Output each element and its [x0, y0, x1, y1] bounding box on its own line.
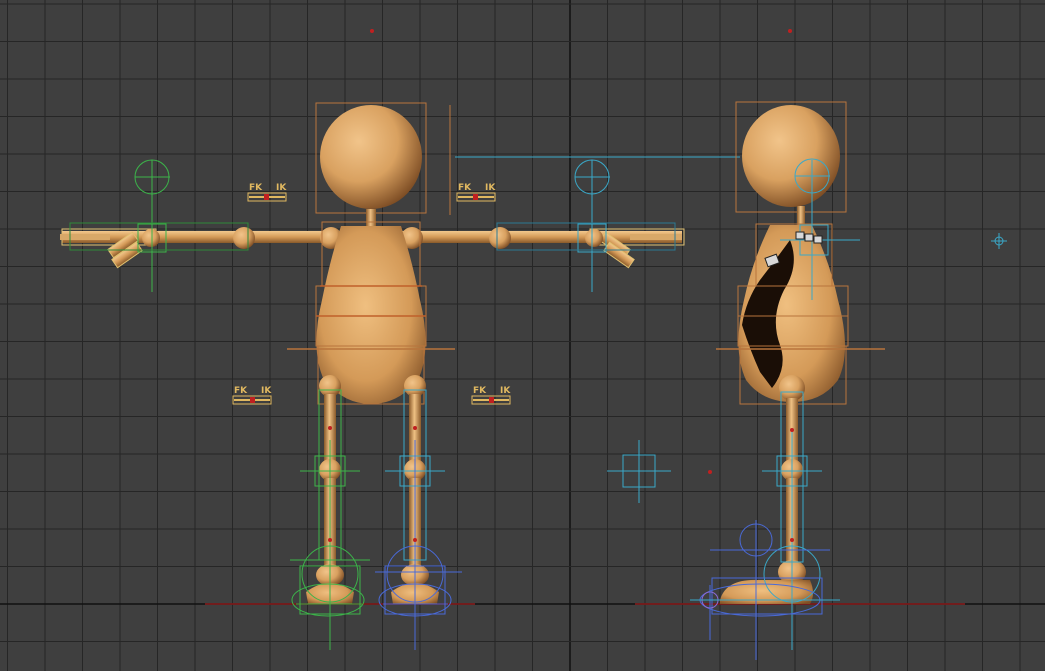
side-character-rig[interactable] — [690, 101, 885, 660]
head-mesh[interactable] — [320, 105, 422, 209]
viewport-grid — [0, 0, 1045, 671]
svg-text:FK: FK — [458, 183, 472, 193]
3d-viewport[interactable]: FK IK FK IK FK IK FK IK — [0, 0, 1045, 671]
torso-mesh[interactable] — [287, 221, 455, 405]
neck-mesh[interactable] — [366, 209, 376, 227]
leg-ik-controller-icon[interactable] — [290, 389, 462, 650]
head-mesh[interactable] — [742, 105, 840, 207]
svg-text:IK: IK — [261, 386, 272, 396]
fk-ik-switch[interactable]: FK IK — [471, 386, 511, 405]
svg-text:IK: IK — [276, 183, 287, 193]
arm-left-mesh[interactable] — [60, 228, 342, 246]
viewport-canvas[interactable]: FK IK FK IK FK IK FK IK — [0, 0, 1045, 671]
svg-text:FK: FK — [473, 386, 487, 396]
leg-side-mesh[interactable] — [720, 375, 813, 604]
front-character-rig[interactable] — [60, 102, 740, 650]
point-helper-icon[interactable] — [991, 233, 1007, 249]
svg-text:IK: IK — [500, 386, 511, 396]
arm-right-mesh[interactable] — [400, 228, 685, 246]
svg-text:FK: FK — [234, 386, 248, 396]
svg-text:FK: FK — [249, 183, 263, 193]
fk-ik-switch[interactable]: FK IK — [232, 386, 272, 405]
arm-ik-controller-icon[interactable] — [69, 159, 249, 292]
leg-ik-controller-icon[interactable] — [690, 391, 840, 660]
svg-text:IK: IK — [485, 183, 496, 193]
arm-ik-controller-icon[interactable] — [455, 156, 740, 292]
cross-helper-icon[interactable] — [607, 440, 671, 503]
